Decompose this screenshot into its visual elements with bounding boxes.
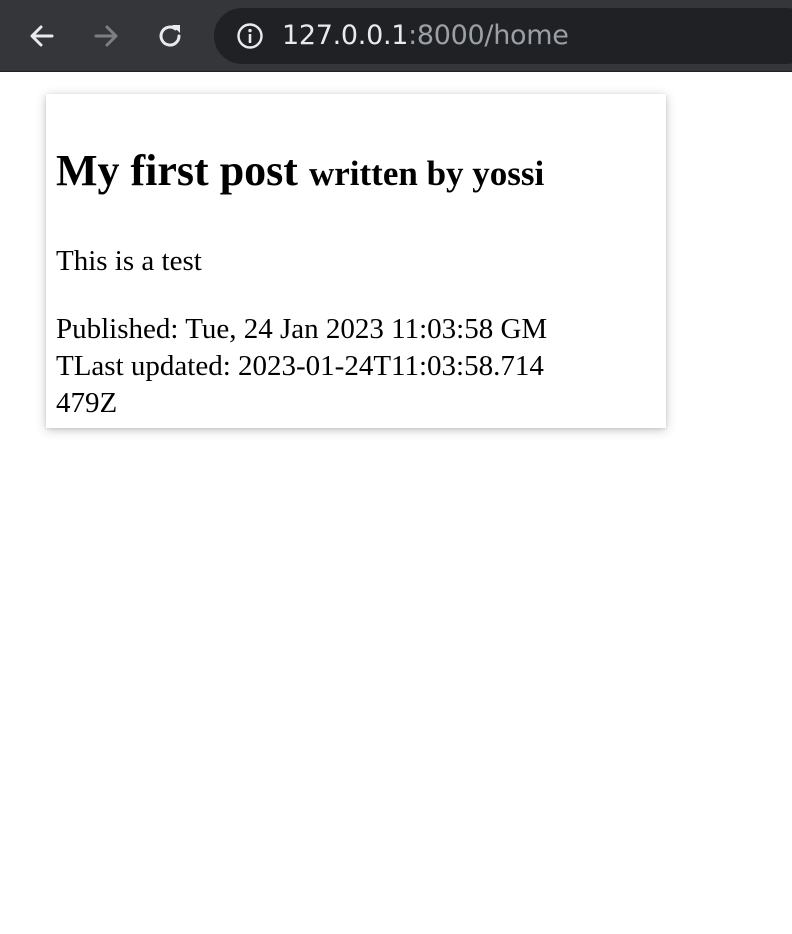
updated-label: Last updated:	[73, 350, 239, 382]
post-heading: My first post written by yossi	[56, 146, 656, 199]
forward-arrow-icon	[94, 25, 118, 47]
reload-icon	[159, 25, 181, 47]
address-bar[interactable]: 127.0.0.1:8000/home	[214, 8, 792, 64]
post-title: My first post	[56, 146, 298, 195]
info-icon[interactable]	[236, 22, 264, 50]
browser-toolbar: 127.0.0.1:8000/home	[0, 0, 792, 72]
post-author: written by yossi	[308, 154, 545, 193]
reload-button[interactable]	[150, 16, 190, 56]
url-path: :8000/home	[408, 20, 569, 51]
post-card: My first post written by yossi This is a…	[46, 94, 666, 428]
back-button[interactable]	[22, 16, 62, 56]
url-host: 127.0.0.1	[282, 20, 409, 51]
published-label: Published:	[56, 313, 186, 345]
url-text[interactable]: 127.0.0.1:8000/home	[282, 8, 569, 64]
page-content: My first post written by yossi This is a…	[0, 72, 792, 934]
post-body: This is a test	[56, 245, 202, 277]
post-meta: Published: Tue, 24 Jan 2023 11:03:58 GMT…	[56, 311, 556, 422]
forward-button[interactable]	[86, 16, 126, 56]
back-arrow-icon	[30, 25, 54, 47]
